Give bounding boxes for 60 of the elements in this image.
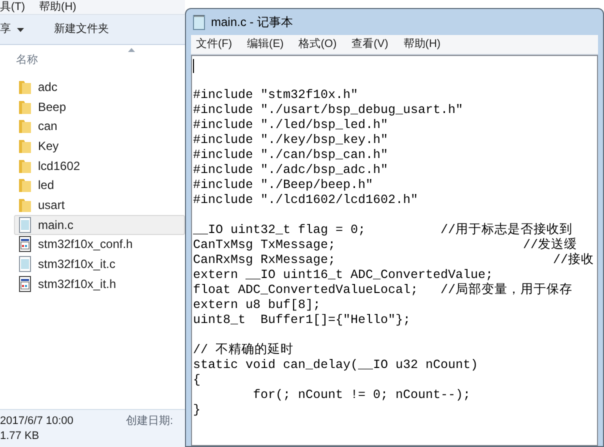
text-cursor	[193, 58, 194, 72]
folder-icon	[18, 177, 32, 194]
window-file-icon	[18, 276, 32, 292]
document-icon	[18, 216, 32, 233]
code-line: uint8_t Buffer1[]={"Hello"};	[193, 313, 411, 328]
window-title: main.c - 记事本	[211, 14, 294, 31]
code-line: extern __IO uint16_t ADC_ConvertedValue;	[193, 268, 494, 282]
file-item[interactable]: can	[14, 116, 185, 136]
file-item[interactable]: lcd1602	[14, 156, 185, 176]
code-line: CanTxMsg TxMessage; //发送缓	[193, 238, 578, 252]
menu-item[interactable]: 帮助(H)	[403, 36, 441, 53]
folder-icon	[18, 158, 32, 174]
menu-item[interactable]: 编辑(E)	[247, 36, 284, 53]
file-item[interactable]: adc	[14, 77, 185, 97]
code-line: #include "./Beep/beep.h"	[193, 178, 374, 193]
folder-icon	[18, 138, 32, 154]
menu-item[interactable]: 格式(O)	[298, 36, 337, 53]
code-line: }	[193, 403, 201, 418]
file-item[interactable]: Beep	[14, 96, 185, 116]
code-line: static void can_delay(__IO u32 nCount)	[193, 358, 478, 373]
code-line: extern u8 buf[8];	[193, 298, 321, 313]
window-file-icon	[18, 236, 32, 252]
code-line: #include "./lcd1602/lcd1602.h"	[193, 193, 418, 208]
code-line: #include "./usart/bsp_debug_usart.h"	[193, 103, 464, 118]
menu-item[interactable]: 查看(V)	[352, 36, 388, 53]
menu-item[interactable]: 具(T)	[0, 0, 26, 16]
code-line: #include "./adc/bsp_adc.h"	[193, 163, 388, 178]
document-icon	[18, 256, 32, 272]
code-line: CanRxMsg RxMessage; //接收	[193, 253, 594, 268]
code-line: __IO uint32_t flag = 0; //用于标志是否接收到	[193, 223, 573, 238]
file-item[interactable]: usart	[14, 195, 185, 215]
sort-arrow-icon	[128, 48, 135, 52]
code-line: for(; nCount != 0; nCount--);	[252, 388, 471, 403]
code-line: float ADC_ConvertedValueLocal; //局部变量，用于保存	[193, 283, 573, 298]
notepad-icon	[192, 14, 206, 30]
file-item[interactable]: Key	[14, 136, 185, 156]
created-label: 创建日期:	[126, 414, 174, 428]
folder-icon	[18, 78, 32, 95]
code-line: // 不精确的延时	[193, 343, 294, 358]
file-size: 1.77 KB	[0, 428, 40, 444]
menu-item[interactable]: 文件(F)	[196, 36, 232, 53]
share-button[interactable]: 享	[0, 21, 32, 38]
file-item[interactable]: led	[14, 175, 185, 196]
code-line: #include "./can/bsp_can.h"	[193, 148, 388, 163]
file-item[interactable]: stm32f10x_it.c	[14, 254, 185, 274]
code-line: {	[193, 373, 201, 388]
file-item[interactable]: stm32f10x_it.h	[14, 274, 185, 294]
new-folder-button[interactable]: 新建文件夹	[54, 21, 109, 38]
file-item[interactable]: stm32f10x_conf.h	[14, 234, 185, 254]
code-line: #include "./led/bsp_led.h"	[193, 118, 388, 133]
folder-icon	[18, 98, 32, 115]
column-header[interactable]: 名称	[16, 52, 38, 68]
modified-date: 2017/6/7 10:00	[0, 414, 74, 428]
folder-icon	[18, 196, 32, 213]
folder-icon	[18, 118, 32, 134]
menu-item[interactable]: 帮助(H)	[39, 0, 76, 16]
file-item[interactable]: main.c	[14, 214, 185, 234]
caret-icon	[17, 28, 24, 32]
code-line: #include "stm32f10x.h"	[193, 88, 358, 103]
code-line: #include "./key/bsp_key.h"	[193, 133, 388, 148]
